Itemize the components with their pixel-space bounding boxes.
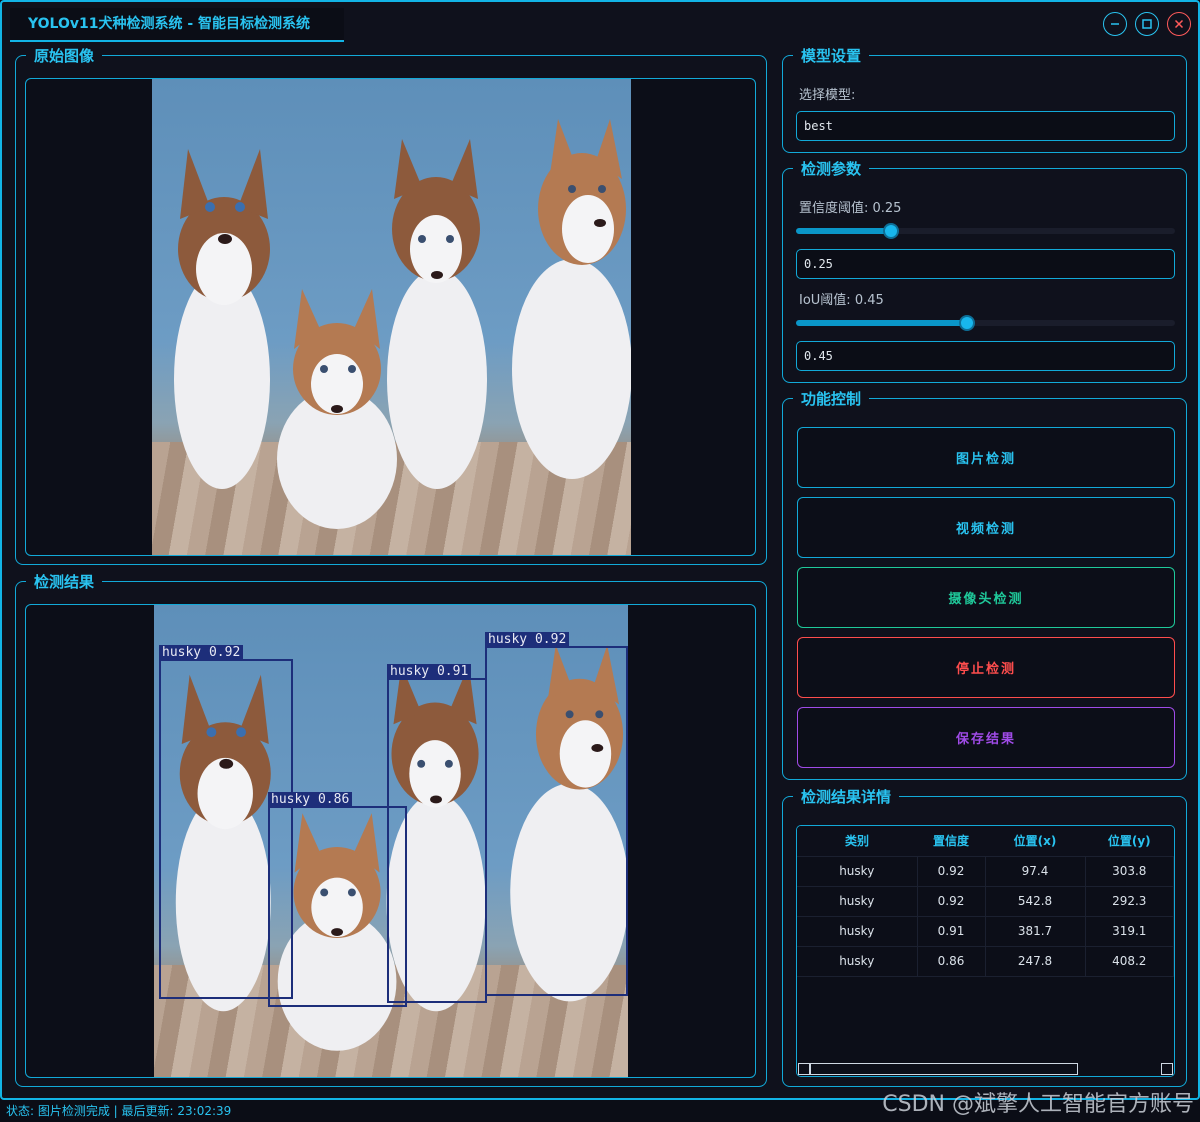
iou-slider-fill — [796, 320, 967, 326]
column-header-x[interactable]: 位置(x) — [985, 826, 1085, 857]
original-image — [152, 79, 631, 555]
detection-image: husky 0.92 husky 0.86 husky 0.91 husky 0… — [154, 605, 628, 1077]
puppies-illustration — [174, 119, 631, 529]
scrollbar-thumb[interactable] — [810, 1063, 1078, 1075]
detection-details-panel: 检测结果详情 类别 置信度 位置(x) 位置(y) husky 0.92 97.… — [782, 788, 1187, 1087]
cell-confidence: 0.92 — [917, 886, 986, 917]
detection-result-panel: 检测结果 husky 0.92 husky 0.86 husky 0.91 hu… — [15, 573, 767, 1087]
horizontal-scrollbar[interactable] — [797, 1062, 1174, 1076]
original-image-title: 原始图像 — [26, 47, 103, 65]
cell-class: husky — [797, 856, 918, 887]
minimize-icon — [1111, 23, 1119, 25]
cell-class: husky — [797, 916, 918, 947]
cell-x: 97.4 — [985, 856, 1086, 887]
detection-params-panel: 检测参数 置信度阈值: 0.25 0.25 IoU阈值: 0.45 0.45 — [782, 160, 1187, 383]
model-settings-panel: 模型设置 选择模型: best — [782, 47, 1187, 153]
iou-input[interactable]: 0.45 — [796, 341, 1175, 371]
detection-params-title: 检测参数 — [793, 160, 870, 178]
function-controls-title: 功能控制 — [793, 390, 870, 408]
maximize-button[interactable] — [1135, 12, 1159, 36]
results-table: 类别 置信度 位置(x) 位置(y) husky 0.92 97.4 303.8… — [797, 826, 1174, 977]
cell-y: 292.3 — [1085, 886, 1174, 917]
confidence-threshold-label: 置信度阈值: 0.25 — [799, 201, 902, 216]
detection-box: husky 0.91 — [387, 664, 487, 1003]
table-row[interactable]: husky 0.92 97.4 303.8 — [797, 856, 1174, 887]
original-image-frame — [25, 78, 756, 556]
model-select[interactable]: best — [796, 111, 1175, 141]
results-table-container[interactable]: 类别 置信度 位置(x) 位置(y) husky 0.92 97.4 303.8… — [796, 825, 1175, 1077]
confidence-slider-handle[interactable] — [883, 223, 899, 239]
image-detect-button[interactable]: 图片检测 — [797, 427, 1175, 488]
watermark: CSDN @斌擎人工智能官方账号 — [882, 1092, 1194, 1117]
confidence-input[interactable]: 0.25 — [796, 249, 1175, 279]
column-header-y[interactable]: 位置(y) — [1085, 826, 1174, 857]
detection-image-frame: husky 0.92 husky 0.86 husky 0.91 husky 0… — [25, 604, 756, 1078]
cell-class: husky — [797, 946, 918, 977]
table-row[interactable]: husky 0.86 247.8 408.2 — [797, 946, 1174, 977]
confidence-slider-fill — [796, 228, 891, 234]
detection-box: husky 0.92 — [485, 632, 628, 996]
model-settings-title: 模型设置 — [793, 47, 870, 65]
cell-confidence: 0.92 — [917, 856, 986, 887]
cell-confidence: 0.91 — [917, 916, 986, 947]
iou-slider-handle[interactable] — [959, 315, 975, 331]
cell-confidence: 0.86 — [917, 946, 986, 977]
cell-x: 542.8 — [985, 886, 1086, 917]
minimize-button[interactable] — [1103, 12, 1127, 36]
stop-detect-button[interactable]: 停止检测 — [797, 637, 1175, 698]
detection-details-title: 检测结果详情 — [793, 788, 900, 806]
iou-threshold-label: IoU阈值: 0.45 — [799, 293, 884, 308]
select-model-label: 选择模型: — [799, 88, 856, 103]
app-window: YOLOv11犬种检测系统 - 智能目标检测系统 原始图像 检测结果 husky… — [0, 0, 1200, 1100]
detection-box-label: husky 0.92 — [159, 645, 244, 660]
scroll-left-arrow[interactable] — [798, 1063, 810, 1075]
detection-box-label: husky 0.92 — [485, 632, 570, 647]
cell-y: 303.8 — [1085, 856, 1174, 887]
close-icon — [1174, 19, 1184, 29]
close-button[interactable] — [1167, 12, 1191, 36]
table-row[interactable]: husky 0.92 542.8 292.3 — [797, 886, 1174, 917]
cell-x: 381.7 — [985, 916, 1086, 947]
original-image-panel: 原始图像 — [15, 47, 767, 565]
scroll-right-arrow[interactable] — [1161, 1063, 1173, 1075]
maximize-icon — [1142, 19, 1152, 29]
detection-box-label: husky 0.91 — [387, 664, 472, 679]
iou-slider[interactable] — [796, 315, 1175, 331]
title-bar[interactable]: YOLOv11犬种检测系统 - 智能目标检测系统 — [2, 2, 1198, 44]
table-row[interactable]: husky 0.91 381.7 319.1 — [797, 916, 1174, 947]
column-header-confidence[interactable]: 置信度 — [917, 826, 985, 857]
function-controls-panel: 功能控制 图片检测 视频检测 摄像头检测 停止检测 保存结果 — [782, 390, 1187, 780]
save-result-button[interactable]: 保存结果 — [797, 707, 1175, 768]
cell-x: 247.8 — [985, 946, 1086, 977]
table-header-row: 类别 置信度 位置(x) 位置(y) — [797, 826, 1174, 857]
camera-detect-button[interactable]: 摄像头检测 — [797, 567, 1175, 628]
cell-y: 408.2 — [1085, 946, 1174, 977]
column-header-class[interactable]: 类别 — [797, 826, 917, 857]
cell-y: 319.1 — [1085, 916, 1174, 947]
detection-box-label: husky 0.86 — [268, 792, 353, 807]
window-title: YOLOv11犬种检测系统 - 智能目标检测系统 — [10, 8, 344, 42]
cell-class: husky — [797, 886, 918, 917]
confidence-slider[interactable] — [796, 223, 1175, 239]
video-detect-button[interactable]: 视频检测 — [797, 497, 1175, 558]
detection-result-title: 检测结果 — [26, 573, 103, 591]
